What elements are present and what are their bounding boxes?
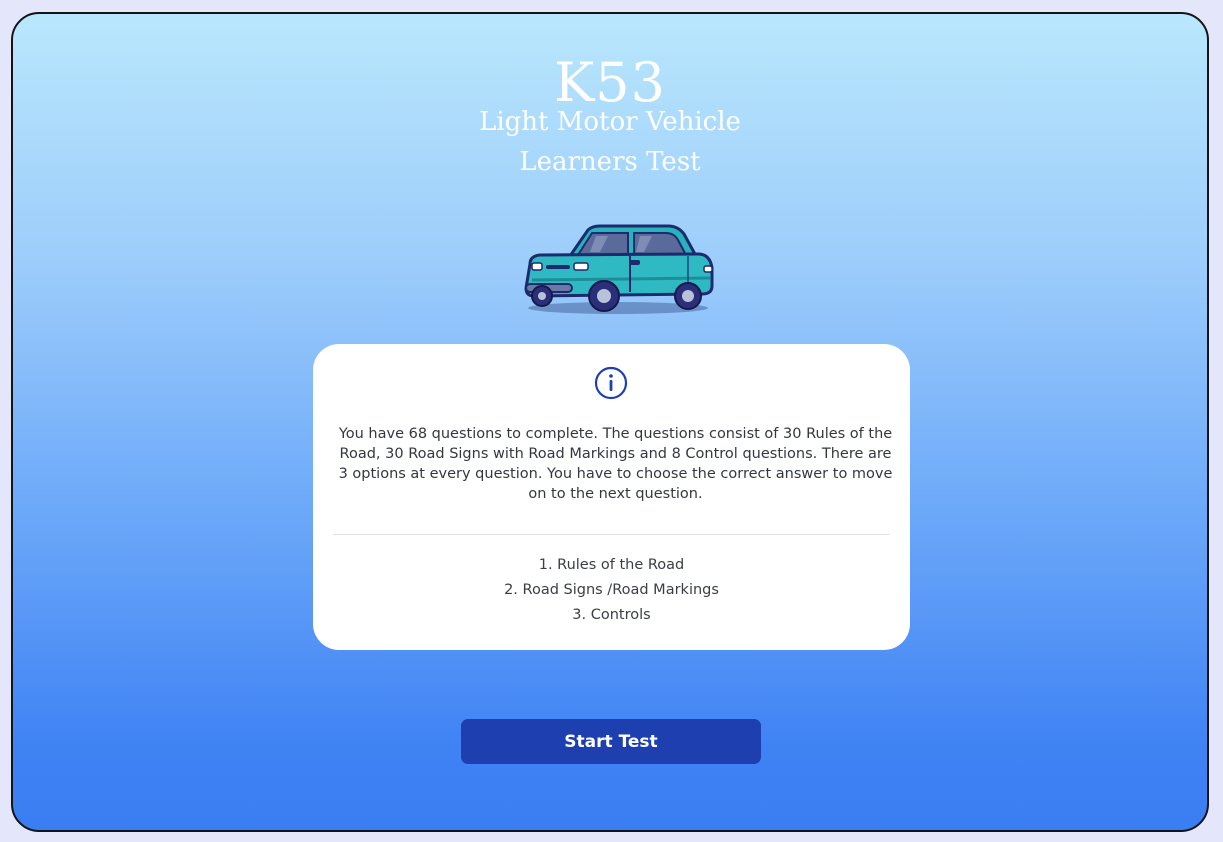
list-item: 1. Rules of the Road [538, 557, 685, 573]
test-description: You have 68 questions to complete. The q… [338, 426, 893, 502]
divider [333, 534, 890, 535]
page-subtitle-line2: Learners Test [519, 147, 701, 177]
info-card: You have 68 questions to complete. The q… [313, 344, 910, 650]
start-test-button[interactable]: Start Test [461, 719, 761, 764]
app-frame: K53 Light Motor Vehicle Learners Test Yo… [11, 12, 1209, 832]
list-item: 2. Road Signs /Road Markings [504, 582, 719, 598]
info-icon [594, 366, 628, 400]
section-list: 1. Rules of the Road 2. Road Signs /Road… [313, 555, 910, 630]
car-icon [524, 224, 714, 314]
page-subtitle-line1: Light Motor Vehicle [479, 107, 741, 137]
list-item: 3. Controls [572, 607, 651, 623]
